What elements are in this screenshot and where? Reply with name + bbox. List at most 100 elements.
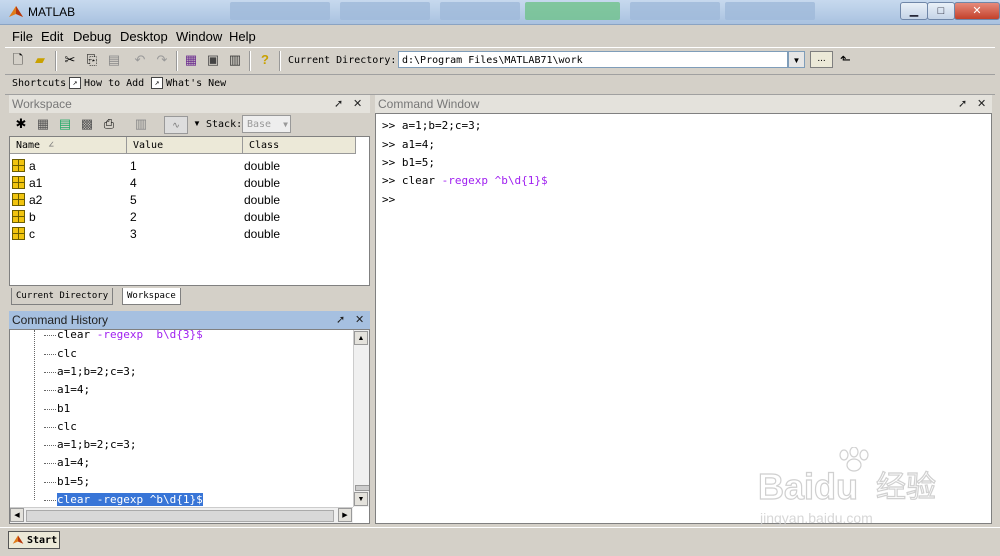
shortcuts-bar: Shortcuts ↗ How to Add ↗ What's New [5, 74, 995, 95]
up-folder-icon[interactable]: ⬑ [840, 52, 851, 68]
open-folder-icon[interactable]: ▰ [32, 52, 48, 68]
workspace-toolbar: ✱ ▦ ▤ ▩ ⎙ ▥ ∿ ▼ Stack: Base ▼ [9, 114, 370, 134]
delete-icon[interactable]: ▥ [133, 116, 149, 132]
tab-workspace[interactable]: Workspace [122, 288, 181, 305]
matlab-logo-icon [9, 6, 23, 17]
history-entry[interactable]: a=1;b=2;c=3; [57, 365, 136, 378]
scroll-up-icon[interactable]: ▲ [354, 331, 368, 345]
menu-window[interactable]: Window [176, 29, 222, 44]
taskbar-thumb [440, 2, 520, 20]
close-icon[interactable]: ✕ [355, 311, 364, 329]
undock-icon[interactable]: ➚ [336, 311, 345, 329]
save-icon[interactable]: ▩ [79, 116, 95, 132]
matrix-variable-icon [12, 176, 25, 189]
new-variable-icon[interactable]: ✱ [13, 116, 29, 132]
command-window-title-bar: Command Window ➚ ✕ [375, 95, 992, 113]
table-row[interactable]: b 2 double [10, 209, 365, 226]
command-history-panel: Command History ➚ ✕ clear -regexp b\d{3}… [9, 311, 370, 524]
column-header-class[interactable]: Class [243, 137, 356, 154]
undock-icon[interactable]: ➚ [958, 95, 967, 113]
shortcut-how-to-add[interactable]: How to Add [84, 78, 144, 89]
chevron-down-icon[interactable]: ▼ [189, 116, 205, 132]
minimize-icon[interactable]: ▁ [900, 2, 928, 20]
taskbar-thumb [340, 2, 430, 20]
close-icon[interactable]: ✕ [977, 95, 986, 113]
guide-icon[interactable]: ▣ [205, 52, 221, 68]
workspace-title: Workspace [12, 97, 72, 111]
column-header-value[interactable]: Value [127, 137, 243, 154]
stack-label: Stack: [206, 119, 243, 130]
import-data-icon[interactable]: ▤ [57, 116, 73, 132]
variable-class: double [244, 159, 281, 173]
undock-icon[interactable]: ➚ [334, 95, 343, 113]
command-history-list: clear -regexp b\d{3}$ clc a=1;b=2;c=3; a… [9, 329, 370, 524]
history-entry[interactable]: clear -regexp b\d{3}$ [57, 330, 203, 341]
open-variable-icon[interactable]: ▦ [35, 116, 51, 132]
scroll-thumb[interactable] [355, 485, 369, 491]
current-directory-input[interactable]: d:\Program Files\MATLAB71\work [398, 51, 788, 68]
variable-name: c [29, 227, 35, 241]
profiler-icon[interactable]: ▥ [227, 52, 243, 68]
current-directory-label: Current Directory: [288, 55, 397, 66]
variable-name: a [29, 159, 36, 173]
variable-value: 3 [130, 227, 137, 241]
print-icon[interactable]: ⎙ [101, 116, 117, 132]
title-bar: MATLAB ▁ □ ✕ [0, 0, 1000, 25]
history-entry[interactable]: a=1;b=2;c=3; [57, 438, 136, 451]
horizontal-scrollbar[interactable]: ◀ ▶ [10, 507, 353, 523]
chevron-down-icon[interactable]: ▼ [788, 51, 805, 68]
simulink-icon[interactable]: ▦ [183, 52, 199, 68]
vertical-scrollbar[interactable]: ▲ ▼ [353, 330, 369, 507]
workspace-table: Name ∠ Value Class a 1 double a1 4 double… [9, 136, 370, 286]
column-header-name[interactable]: Name ∠ [10, 137, 127, 154]
cut-icon[interactable]: ✂ [62, 52, 78, 68]
paste-icon[interactable]: ▤ [106, 52, 122, 68]
table-row[interactable]: c 3 double [10, 226, 365, 243]
shortcut-whats-new[interactable]: What's New [166, 78, 226, 89]
close-icon[interactable]: ✕ [954, 2, 1000, 20]
history-entry[interactable]: a1=4; [57, 456, 90, 469]
watermark-brand: Baidu [758, 466, 858, 507]
table-row[interactable]: a2 5 double [10, 192, 365, 209]
maximize-icon[interactable]: □ [927, 2, 955, 20]
plot-select-icon[interactable]: ∿ [164, 116, 188, 134]
stack-select[interactable]: Base ▼ [242, 115, 291, 133]
copy-icon[interactable]: ⎘ [84, 52, 100, 68]
history-entry[interactable]: b1=5; [57, 475, 90, 488]
command-history-title-bar: Command History ➚ ✕ [9, 311, 370, 329]
help-icon[interactable]: ? [257, 52, 273, 68]
shortcuts-label: Shortcuts [12, 78, 67, 89]
table-row[interactable]: a1 4 double [10, 175, 365, 192]
browse-button[interactable]: ... [810, 51, 833, 68]
history-entry[interactable]: b1 [57, 402, 70, 415]
scroll-down-icon[interactable]: ▼ [354, 492, 368, 506]
new-file-icon[interactable]: 🗋 [10, 52, 26, 68]
variable-class: double [244, 210, 281, 224]
redo-icon[interactable]: ↷ [154, 52, 170, 68]
variable-class: double [244, 193, 281, 207]
workspace-panel: Workspace ➚ ✕ ✱ ▦ ▤ ▩ ⎙ ▥ ∿ ▼ Stack: Bas… [9, 95, 370, 310]
variable-value: 2 [130, 210, 137, 224]
start-button[interactable]: Start [8, 531, 60, 549]
variable-class: double [244, 176, 281, 190]
variable-name: a2 [29, 193, 43, 207]
close-icon[interactable]: ✕ [353, 95, 362, 113]
menu-help[interactable]: Help [229, 29, 256, 44]
command-prompt[interactable]: >> [382, 193, 395, 206]
tab-current-directory[interactable]: Current Directory [11, 288, 114, 305]
menu-desktop[interactable]: Desktop [120, 29, 168, 44]
scroll-right-icon[interactable]: ▶ [338, 508, 352, 522]
menu-debug[interactable]: Debug [73, 29, 111, 44]
history-entry[interactable]: clc [57, 347, 77, 360]
undo-icon[interactable]: ↶ [132, 52, 148, 68]
menu-edit[interactable]: Edit [41, 29, 63, 44]
scroll-left-icon[interactable]: ◀ [10, 508, 24, 522]
history-entry[interactable]: a1=4; [57, 383, 90, 396]
menu-file[interactable]: File [12, 29, 33, 44]
scroll-thumb[interactable] [26, 510, 334, 522]
table-row[interactable]: a 1 double [10, 158, 365, 175]
command-line: >> a1=4; [382, 138, 435, 151]
history-entry[interactable]: clc [57, 420, 77, 433]
history-entry-selected[interactable]: clear -regexp ^b\d{1}$ [57, 493, 203, 506]
status-bar: Start [0, 527, 1000, 556]
